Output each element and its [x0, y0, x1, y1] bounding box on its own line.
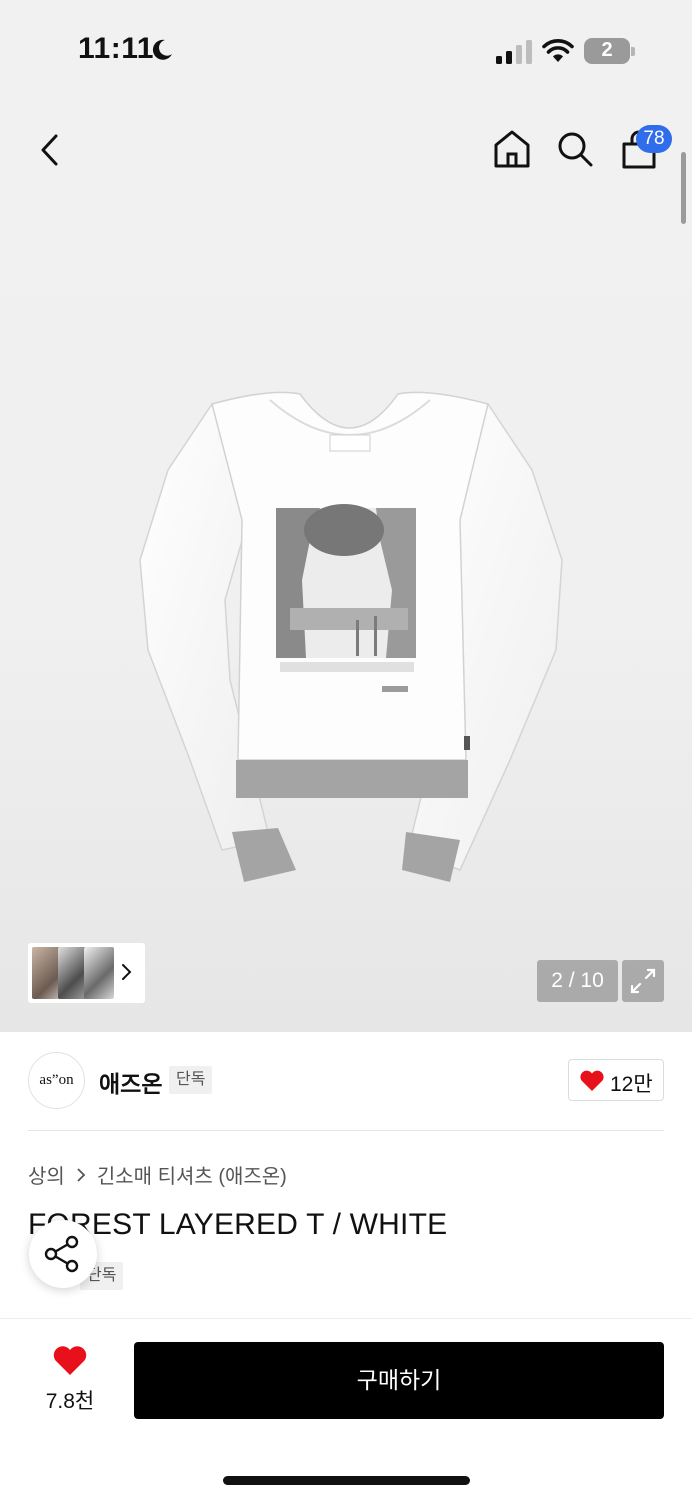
buy-button[interactable]: 구매하기 — [134, 1342, 664, 1419]
heart-icon[interactable] — [52, 1345, 88, 1377]
brand-name[interactable]: 애즈온 — [99, 1065, 162, 1099]
thumbnail-image[interactable] — [84, 947, 114, 999]
expand-icon — [630, 968, 656, 994]
cart-count-badge[interactable]: 78 — [636, 125, 672, 153]
back-arrow-icon[interactable] — [34, 132, 66, 168]
battery-cap — [631, 47, 635, 56]
product-image[interactable] — [130, 380, 570, 890]
battery-indicator: 2 — [584, 38, 636, 64]
status-time: 11:11 — [78, 32, 154, 65]
breadcrumb-subcategory[interactable]: 긴소매 티셔츠 (애즈온) — [97, 1160, 287, 1189]
cellular-signal-icon — [496, 40, 532, 64]
search-icon[interactable] — [556, 130, 594, 168]
scroll-indicator — [681, 152, 686, 224]
brand-logo[interactable]: as”on — [28, 1052, 85, 1109]
brand-like-button[interactable]: 12만 — [568, 1059, 664, 1101]
thumbnail-strip[interactable] — [28, 943, 145, 1003]
home-indicator[interactable] — [223, 1476, 470, 1485]
exclusive-badge: 단독 — [169, 1066, 213, 1094]
heart-icon — [580, 1070, 604, 1091]
chevron-right-icon — [77, 1167, 86, 1182]
expand-button[interactable] — [622, 960, 664, 1002]
breadcrumb: 상의 긴소매 티셔츠 (애즈온) — [28, 1160, 287, 1189]
divider — [28, 1130, 664, 1131]
battery-level: 2 — [601, 39, 613, 61]
moon-icon — [152, 39, 172, 60]
wish-count: 7.8천 — [45, 1390, 95, 1413]
chevron-right-icon[interactable] — [120, 961, 134, 983]
home-icon[interactable] — [492, 128, 532, 170]
breadcrumb-category[interactable]: 상의 — [28, 1160, 65, 1189]
brand-like-count: 12만 — [610, 1073, 653, 1096]
status-bar: 11:11 2 — [0, 0, 692, 100]
image-page-counter: 2 / 10 — [537, 960, 618, 1002]
share-button[interactable] — [29, 1220, 97, 1288]
share-icon — [44, 1235, 79, 1273]
wifi-icon — [542, 39, 574, 62]
